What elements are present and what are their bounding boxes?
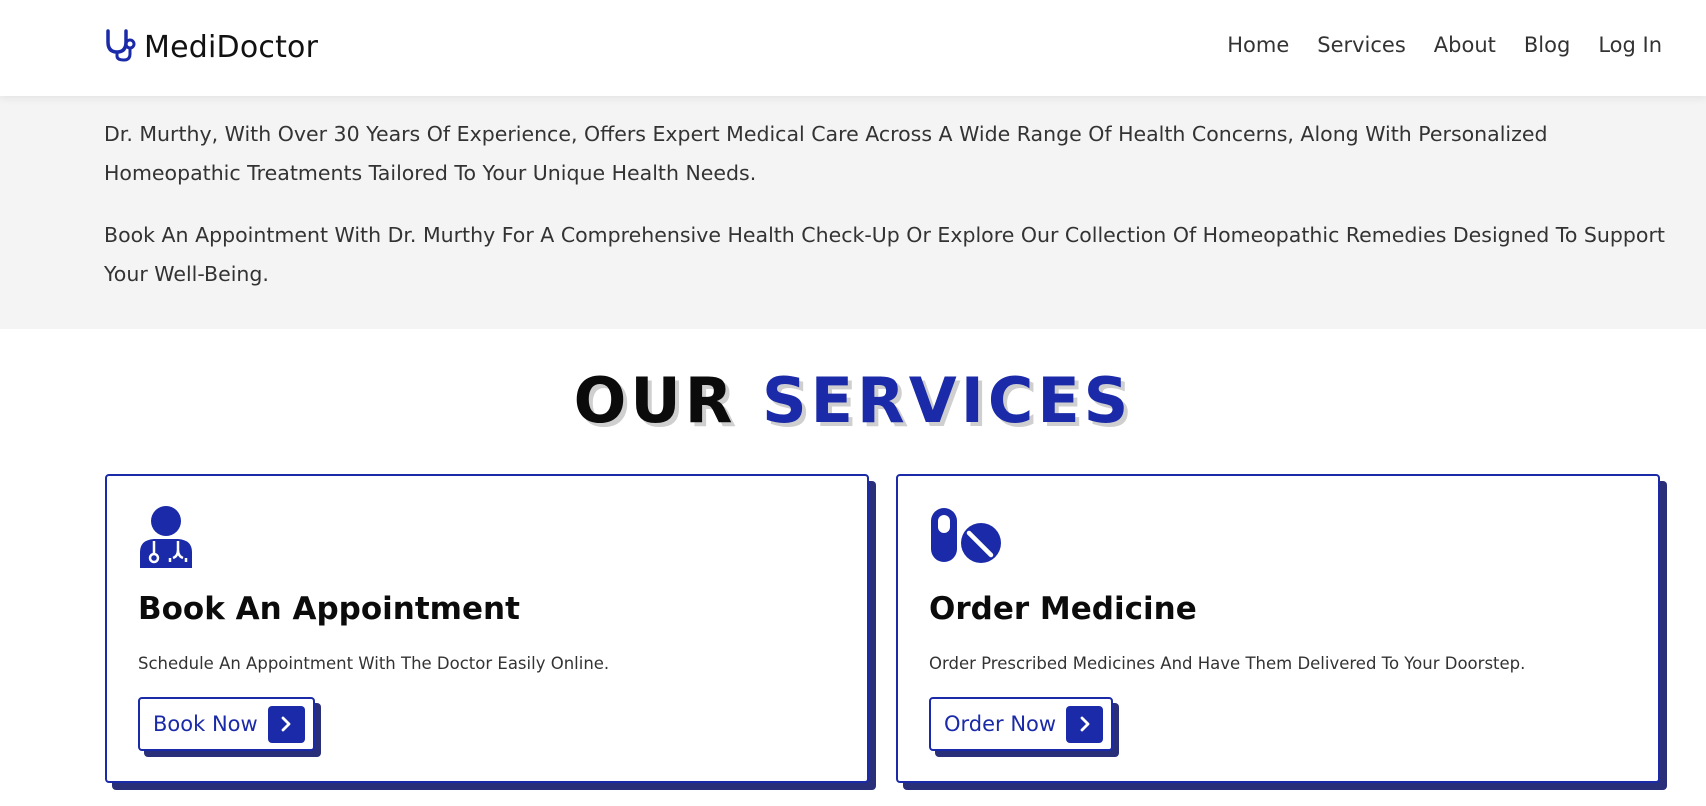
service-card-description: Schedule An Appointment With The Doctor … <box>138 654 610 673</box>
services-heading: OUR SERVICES <box>0 364 1706 437</box>
nav-login[interactable]: Log In <box>1598 33 1662 57</box>
intro-section: Dr. Murthy, With Over 30 Years Of Experi… <box>0 96 1706 329</box>
nav-services[interactable]: Services <box>1317 33 1406 57</box>
order-now-label: Order Now <box>944 712 1057 736</box>
service-card-title: Book An Appointment <box>138 591 520 627</box>
brand-logo[interactable]: MediDoctor <box>104 28 318 66</box>
service-card-title: Order Medicine <box>929 591 1197 627</box>
service-card-description: Order Prescribed Medicines And Have Them… <box>929 654 1526 673</box>
main-nav: Home Services About Blog Log In <box>1227 33 1662 57</box>
book-now-label: Book Now <box>153 712 258 736</box>
service-card-medicine: Order Medicine Order Prescribed Medicine… <box>896 474 1660 783</box>
navbar: MediDoctor Home Services About Blog Log … <box>0 0 1706 96</box>
brand-name: MediDoctor <box>144 29 319 65</box>
book-now-button[interactable]: Book Now <box>138 697 315 751</box>
intro-paragraph-2: Book An Appointment With Dr. Murthy For … <box>104 223 1665 286</box>
intro-paragraph-1: Dr. Murthy, With Over 30 Years Of Experi… <box>104 122 1548 185</box>
order-now-button[interactable]: Order Now <box>929 697 1114 751</box>
doctor-icon <box>138 506 194 572</box>
service-card-appointment: Book An Appointment Schedule An Appointm… <box>105 474 869 783</box>
nav-home[interactable]: Home <box>1227 33 1289 57</box>
services-heading-part-1: OUR <box>573 364 737 437</box>
chevron-right-icon <box>1066 705 1104 743</box>
pills-icon <box>929 506 1001 568</box>
chevron-right-icon <box>267 705 305 743</box>
nav-about[interactable]: About <box>1434 33 1496 57</box>
nav-blog[interactable]: Blog <box>1524 33 1570 57</box>
stethoscope-icon <box>104 28 136 66</box>
services-heading-part-2: SERVICES <box>762 364 1133 437</box>
